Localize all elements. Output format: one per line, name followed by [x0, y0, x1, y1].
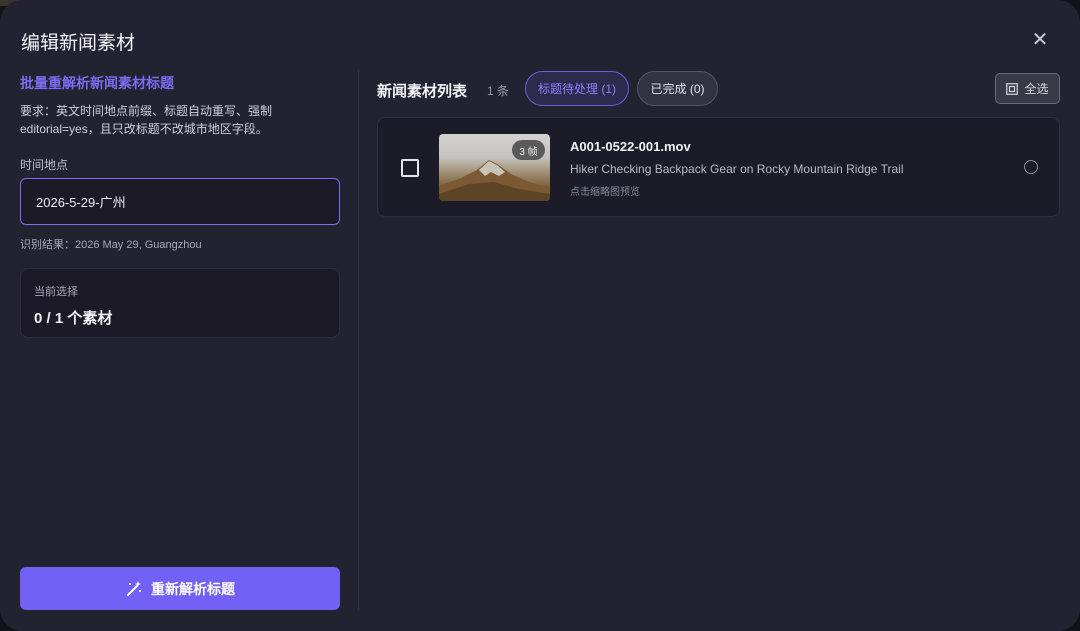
select-all-button[interactable]: 全选 [995, 73, 1060, 104]
selection-card: 当前选择 0 / 1 个素材 [20, 268, 340, 338]
select-all-label: 全选 [1024, 82, 1049, 96]
select-all-icon [1006, 82, 1019, 95]
panel-divider [358, 70, 359, 610]
list-item[interactable]: 3 帧 A001-0522-001.mov Hiker Checking Bac… [377, 117, 1060, 217]
section-title: 批量重解析新闻素材标题 [20, 75, 174, 91]
close-icon[interactable]: ✕ [1032, 29, 1049, 51]
list-count: 1 条 [487, 84, 510, 98]
magic-wand-icon [127, 580, 141, 596]
frames-badge: 3 帧 [512, 140, 545, 160]
reparse-button-label: 重新解析标题 [151, 580, 235, 597]
item-file-name: A001-0522-001.mov [570, 139, 691, 154]
requirement-text: 要求：英文时间地点前缀、标题自动重写、强制 editorial=yes，且只改标… [20, 104, 273, 136]
item-status-radio[interactable] [1024, 160, 1038, 174]
time-location-input[interactable] [20, 178, 340, 225]
tab-pending[interactable]: 标题待处理 (1) [525, 71, 629, 106]
close-button[interactable]: ✕ [1028, 28, 1052, 52]
selection-count: 0 / 1 个素材 [34, 310, 113, 327]
selection-label: 当前选择 [34, 286, 78, 298]
item-title: Hiker Checking Backpack Gear on Rocky Mo… [570, 162, 904, 176]
item-thumbnail[interactable]: 3 帧 [439, 134, 550, 201]
reparse-title-button[interactable]: 重新解析标题 [20, 567, 340, 610]
list-title: 新闻素材列表 [377, 83, 468, 100]
edit-news-dialog: 编辑新闻素材 ✕ 批量重解析新闻素材标题 要求：英文时间地点前缀、标题自动重写、… [0, 0, 1080, 631]
left-panel: 批量重解析新闻素材标题 要求：英文时间地点前缀、标题自动重写、强制 editor… [20, 70, 340, 615]
parse-result: 识别结果：2026 May 29, Guangzhou [20, 239, 202, 251]
thumbnail-hint: 点击缩略图预览 [570, 187, 640, 198]
tab-done[interactable]: 已完成 (0) [637, 71, 718, 106]
dialog-title: 编辑新闻素材 [21, 33, 136, 54]
item-checkbox[interactable] [401, 159, 419, 177]
time-location-label: 时间地点 [20, 158, 69, 172]
